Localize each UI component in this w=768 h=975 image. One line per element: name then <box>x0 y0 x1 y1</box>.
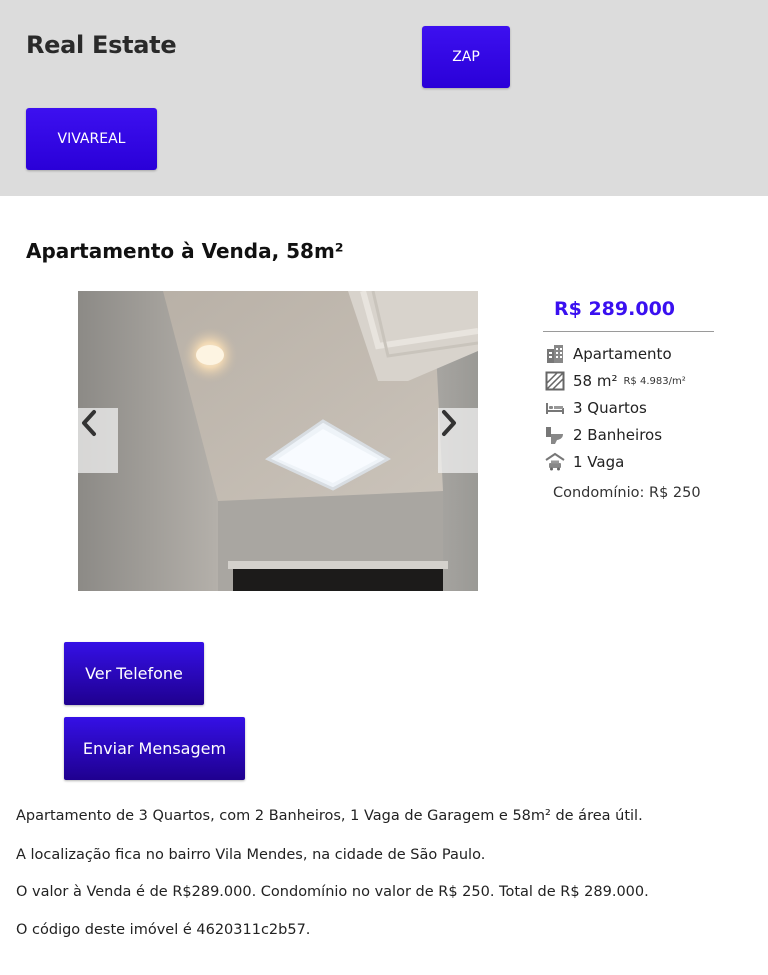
description-line: O código deste imóvel é 4620311c2b57. <box>16 922 311 938</box>
feature-rooms: 3 Quartos <box>545 398 647 418</box>
site-header: Real Estate ZAP VIVAREAL <box>0 0 768 196</box>
feature-type-text: Apartamento <box>573 345 672 363</box>
building-icon <box>545 344 565 364</box>
photo-gallery[interactable] <box>78 291 478 591</box>
feature-parking: 1 Vaga <box>545 452 624 472</box>
description-line: Apartamento de 3 Quartos, com 2 Banheiro… <box>16 808 643 824</box>
feature-bathrooms-text: 2 Banheiros <box>573 426 663 444</box>
gallery-next-button[interactable] <box>438 408 478 473</box>
feature-parking-text: 1 Vaga <box>573 453 625 471</box>
feature-type: Apartamento <box>545 344 672 364</box>
feature-area-text: 58 m² <box>573 372 618 390</box>
garage-icon <box>545 452 565 472</box>
vivareal-button[interactable]: VIVAREAL <box>26 108 157 170</box>
description-line: A localização fica no bairro Vila Mendes… <box>16 847 486 863</box>
toilet-icon <box>545 425 565 445</box>
listing-price: R$ 289.000 <box>554 298 676 320</box>
condo-fee: Condomínio: R$ 250 <box>553 485 701 501</box>
listing-title: Apartamento à Venda, 58m² <box>26 239 344 263</box>
description-line: O valor à Venda é de R$289.000. Condomín… <box>16 884 649 900</box>
zap-button[interactable]: ZAP <box>422 26 510 88</box>
feature-area-price: R$ 4.983/m² <box>623 375 686 387</box>
price-divider <box>543 331 714 332</box>
send-message-button[interactable]: Enviar Mensagem <box>64 717 245 780</box>
feature-bathrooms: 2 Banheiros <box>545 425 662 445</box>
feature-area: 58 m² R$ 4.983/m² <box>545 371 686 391</box>
listing-photo <box>78 291 478 591</box>
gallery-prev-button[interactable] <box>78 408 118 473</box>
show-phone-button[interactable]: Ver Telefone <box>64 642 204 705</box>
bed-icon <box>545 398 565 418</box>
area-icon <box>545 371 565 391</box>
brand-title: Real Estate <box>26 31 177 59</box>
feature-rooms-text: 3 Quartos <box>573 399 647 417</box>
